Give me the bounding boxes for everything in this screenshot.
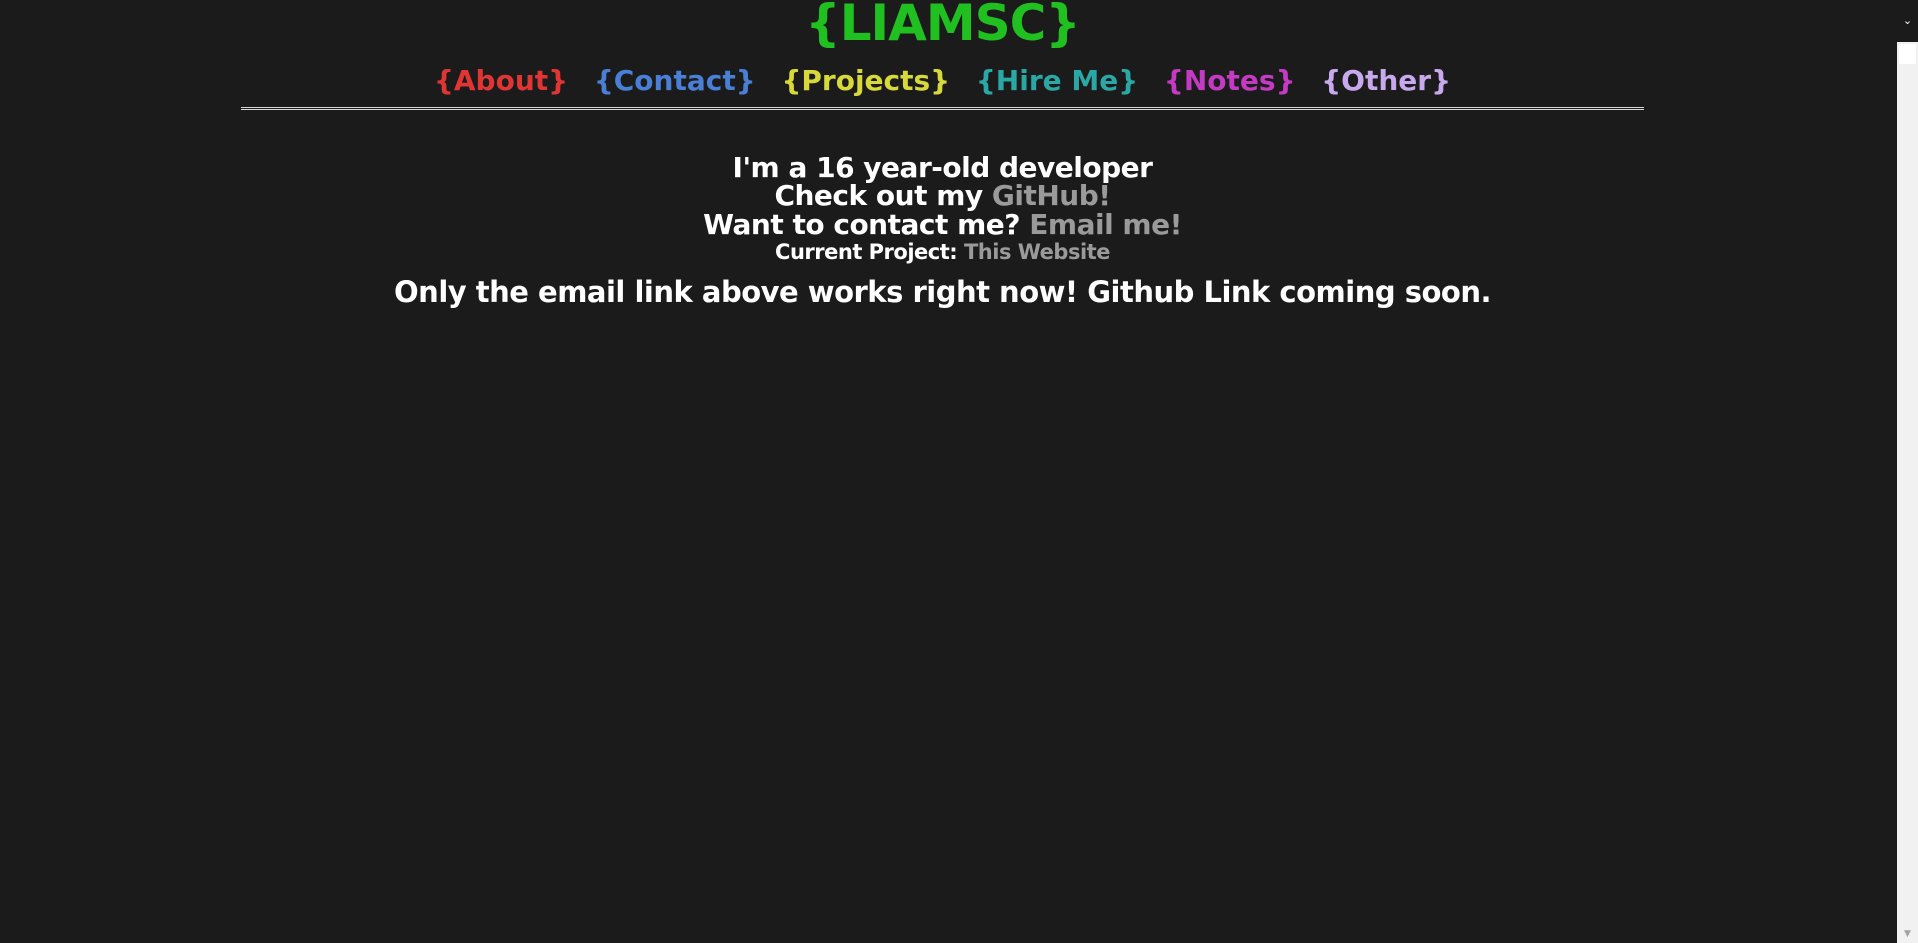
chevron-down-icon[interactable]: ⌄: [1897, 0, 1918, 42]
project-label: Current Project:: [775, 240, 958, 264]
nav-link-notes[interactable]: {Notes}: [1164, 64, 1296, 97]
notice-text: Only the email link above works right no…: [394, 275, 1491, 309]
nav-link-projects[interactable]: {Projects}: [781, 64, 950, 97]
current-project-line: Current Project: This Website: [0, 240, 1885, 264]
site-title: {LIAMSC}: [805, 0, 1081, 52]
scrollbar-thumb[interactable]: [1899, 44, 1916, 64]
project-link[interactable]: This Website: [964, 240, 1110, 264]
arrow-down-icon[interactable]: ▼: [1897, 926, 1918, 943]
contact-line: Want to contact me? Email me!: [0, 208, 1885, 241]
nav-link-other[interactable]: {Other}: [1321, 64, 1451, 97]
scrollbar-track[interactable]: [1897, 46, 1918, 926]
nav-link-hire-me[interactable]: {Hire Me}: [976, 64, 1138, 97]
nav-link-about[interactable]: {About}: [434, 64, 568, 97]
vertical-scrollbar[interactable]: ⌄ ▼: [1897, 0, 1918, 943]
email-link[interactable]: Email me!: [1029, 208, 1182, 241]
main-nav: {About} {Contact} {Projects} {Hire Me} {…: [0, 64, 1885, 97]
contact-prefix: Want to contact me?: [703, 208, 1021, 241]
page-viewport: {LIAMSC} {About} {Contact} {Projects} {H…: [0, 0, 1897, 943]
nav-link-contact[interactable]: {Contact}: [594, 64, 756, 97]
header-divider: [241, 107, 1644, 110]
